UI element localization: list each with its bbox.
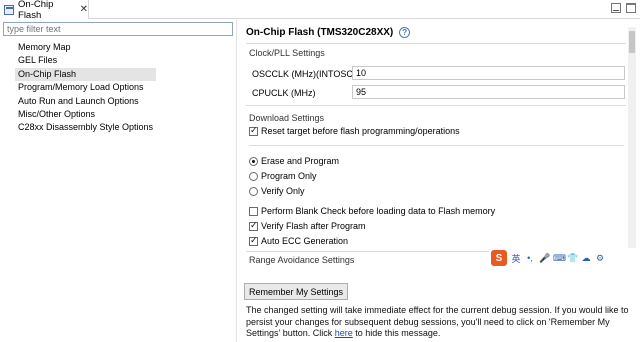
download-settings-heading: Download Settings — [249, 113, 325, 123]
config-file-icon — [4, 4, 15, 15]
settings-icon[interactable]: ⚙ — [595, 253, 605, 264]
info-message: The changed setting will take immediate … — [246, 305, 636, 340]
keyboard-icon[interactable]: ⌨ — [553, 253, 566, 264]
settings-tree: Memory Map GEL Files On-Chip Flash Progr… — [15, 41, 157, 135]
info-message-tail: to hide this message. — [352, 328, 441, 338]
hide-message-link[interactable]: here — [335, 328, 353, 338]
window-controls — [611, 3, 636, 13]
program-only-label: Program Only — [261, 171, 317, 181]
auto-ecc-checkbox[interactable] — [249, 235, 258, 246]
filter-input[interactable] — [3, 22, 233, 36]
minimize-icon[interactable] — [611, 3, 621, 13]
vertical-scrollbar[interactable] — [628, 27, 636, 267]
ime-toolbar: S 英 •, 🎤 ⌨ 👕 ☁ ⚙ — [489, 248, 640, 268]
maximize-icon[interactable] — [626, 3, 636, 13]
cloud-icon[interactable]: ☁ — [581, 253, 591, 264]
program-only-row[interactable]: Program Only — [249, 171, 317, 181]
help-icon[interactable]: ? — [399, 27, 411, 38]
divider — [249, 145, 624, 146]
tree-item-on-chip-flash[interactable]: On-Chip Flash — [15, 67, 157, 82]
page-title: On-Chip Flash (TMS320C28XX) ? — [246, 27, 411, 38]
page-title-text: On-Chip Flash (TMS320C28XX) — [246, 27, 394, 38]
tree-item-gel-files[interactable]: GEL Files — [15, 54, 156, 67]
range-avoidance-heading: Range Avoidance Settings — [249, 255, 355, 265]
erase-program-radio[interactable] — [249, 156, 258, 166]
microphone-icon[interactable]: 🎤 — [539, 253, 550, 264]
settings-navigation-pane: Memory Map GEL Files On-Chip Flash Progr… — [0, 19, 237, 342]
divider — [246, 105, 626, 106]
blank-check-label: Perform Blank Check before loading data … — [261, 206, 496, 216]
verify-flash-label: Verify Flash after Program — [261, 221, 366, 231]
oscclk-label: OSCCLK (MHz)(INTOSC2) — [252, 69, 361, 79]
language-toggle[interactable]: 英 — [511, 252, 521, 265]
tree-item-auto-run-launch[interactable]: Auto Run and Launch Options — [15, 95, 156, 108]
divider — [246, 43, 626, 44]
clock-settings-heading: Clock/PLL Settings — [249, 48, 325, 58]
reset-target-checkbox[interactable] — [249, 125, 258, 136]
reset-target-label: Reset target before flash programming/op… — [261, 126, 460, 136]
auto-ecc-row[interactable]: Auto ECC Generation — [249, 235, 349, 246]
tree-item-disassembly-style[interactable]: C28xx Disassembly Style Options — [15, 121, 156, 134]
tab-on-chip-flash[interactable]: On-Chip Flash ✕ — [0, 0, 89, 21]
blank-check-row[interactable]: Perform Blank Check before loading data … — [249, 206, 495, 216]
oscclk-input[interactable] — [352, 66, 625, 80]
close-tab-icon[interactable]: ✕ — [80, 4, 88, 15]
erase-program-label: Erase and Program — [261, 156, 340, 166]
auto-ecc-label: Auto ECC Generation — [261, 236, 349, 246]
reset-target-row[interactable]: Reset target before flash programming/op… — [249, 125, 460, 136]
verify-only-row[interactable]: Verify Only — [249, 186, 305, 196]
verify-flash-checkbox[interactable] — [249, 220, 258, 231]
program-only-radio[interactable] — [249, 171, 258, 181]
verify-only-radio[interactable] — [249, 186, 258, 196]
tree-item-misc-other[interactable]: Misc/Other Options — [15, 108, 156, 121]
settings-content-pane: On-Chip Flash (TMS320C28XX) ? Clock/PLL … — [238, 19, 640, 267]
tree-item-program-memory-load[interactable]: Program/Memory Load Options — [15, 81, 156, 94]
remember-settings-button[interactable]: Remember My Settings — [244, 283, 349, 300]
cpuclk-input[interactable] — [352, 85, 625, 99]
punctuation-icon[interactable]: •, — [525, 253, 535, 263]
cpuclk-label: CPUCLK (MHz) — [252, 88, 316, 98]
verify-flash-row[interactable]: Verify Flash after Program — [249, 220, 366, 231]
blank-check-checkbox[interactable] — [249, 206, 258, 216]
editor-tab-bar: On-Chip Flash ✕ — [0, 0, 640, 21]
tree-item-memory-map[interactable]: Memory Map — [15, 41, 156, 54]
erase-program-row[interactable]: Erase and Program — [249, 156, 339, 166]
ime-logo-icon[interactable]: S — [491, 250, 507, 266]
verify-only-label: Verify Only — [261, 186, 305, 196]
tab-label: On-Chip Flash — [18, 0, 54, 21]
skin-icon[interactable]: 👕 — [567, 253, 578, 264]
scrollbar-thumb[interactable] — [629, 31, 635, 53]
